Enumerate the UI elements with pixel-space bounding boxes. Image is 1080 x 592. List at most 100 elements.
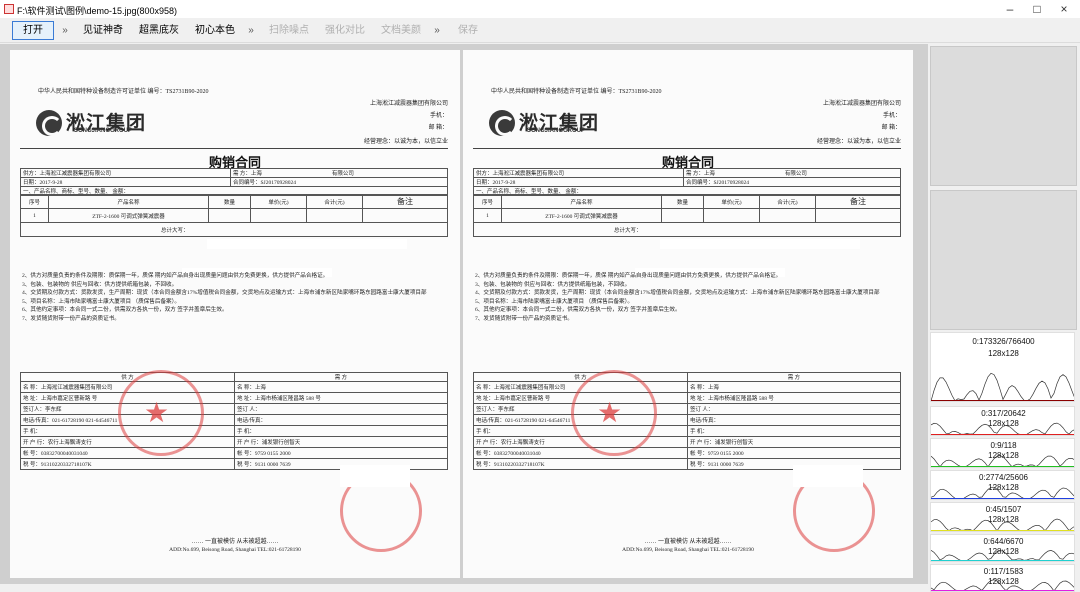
title-bar: F:\软件测试\图例\demo-15.jpg(800x958) – □ × <box>0 0 1080 18</box>
more-icon-2[interactable]: » <box>244 21 258 40</box>
col-qty: 数量 <box>661 194 704 209</box>
col-notes: 备注 <box>362 194 448 209</box>
super-black-button[interactable]: 超黑底灰 <box>134 21 184 40</box>
demander-detail: 手 机： <box>687 425 901 437</box>
term-5: 5、项目名称：上海市陆家嘴富士康大厦项目 （质保售后备案）。 <box>22 298 181 305</box>
window-title: F:\软件测试\图例\demo-15.jpg(800x958) <box>17 6 178 16</box>
col-price: 单价(元) <box>250 194 307 209</box>
contract-terms: 2、供方对质量负责的条件及期限：质保期一年，质保 期内如产品自身出现质量问题由供… <box>475 272 895 324</box>
total-cell: 总计大写： <box>473 222 901 237</box>
histogram-size: 128x128 <box>988 349 1019 358</box>
header-license: 中华人民共和国特种设备制造许可证单位 编号：TS2731B90-2020 <box>491 89 662 95</box>
histogram-stat: 0:45/1507 <box>985 505 1022 514</box>
histogram-stat: 0:644/6670 <box>983 537 1024 546</box>
contract-terms: 2、供方对质量负责的条件及期限：质保期一年，质保 期内如产品自身出现质量问题由供… <box>22 272 442 324</box>
contract-no-cell: 合同编号：SJ20170928024 <box>683 177 901 187</box>
histogram-size: 128x128 <box>988 483 1019 492</box>
witness-magic-button[interactable]: 见证神奇 <box>78 21 128 40</box>
histogram-size: 128x128 <box>988 577 1019 586</box>
header-email: 邮 箱： <box>428 125 448 131</box>
minimize-button[interactable]: – <box>998 2 1022 16</box>
contract-info-table: 供方：上海淞江减震器集团有限公司需 方：上海 有限公司 日期：2017-9-28 合… <box>20 168 448 196</box>
preview-thumb-1[interactable] <box>930 46 1077 186</box>
supplier-cell: 供方：上海淞江减震器集团有限公司 <box>473 168 684 178</box>
histogram-stat: 0:317/20642 <box>981 409 1026 418</box>
footer-address: ADD:No.699, Beisong Road, Shanghai TEL:0… <box>169 547 301 553</box>
party-demander-heading: 需 方 <box>234 372 448 382</box>
toolbar: 打开 » 见证神奇 超黑底灰 初心本色 » 扫除噪点 强化对比 文档美颜 » 保… <box>0 18 1080 43</box>
col-notes: 备注 <box>815 194 901 209</box>
document-page-original: 中华人民共和国特种设备制造许可证单位 编号：TS2731B90-2020 淞江集… <box>10 50 460 578</box>
demander-detail: 地 址：上海市杨浦区隆昌路 588 号 <box>687 392 901 404</box>
col-product: 产品名称 <box>48 194 209 209</box>
demander-detail: 地 址：上海市杨浦区隆昌路 588 号 <box>234 392 448 404</box>
histogram-stat: 0:9/118 <box>990 441 1017 450</box>
term-6: 6、其他约定事项：本合同一式二份，供需双方各执一份，双方 签字并盖章后生效。 <box>22 307 228 314</box>
header-company: 上海淞江减震器集团有限公司 <box>822 101 901 107</box>
term-2: 2、供方对质量负责的条件及期限：质保期一年，质保 期内如产品自身出现质量问题由供… <box>475 273 782 279</box>
row-index: 1 <box>473 208 502 223</box>
preview-thumb-2[interactable] <box>930 190 1077 330</box>
more-icon-1[interactable]: » <box>58 21 72 40</box>
seal-star-icon: ★ <box>144 396 170 429</box>
header-company: 上海淞江减震器集团有限公司 <box>369 101 448 107</box>
maximize-button[interactable]: □ <box>1025 2 1049 16</box>
close-button[interactable]: × <box>1052 2 1076 16</box>
redaction-box <box>793 465 863 487</box>
date-cell: 日期：2017-9-28 <box>473 177 684 187</box>
demander-cell: 需 方：上海 <box>686 171 715 177</box>
col-total: 合计(元) <box>759 194 816 209</box>
original-color-button[interactable]: 初心本色 <box>190 21 240 40</box>
term-3: 3、包装、包装物的 供应与回收：供方提供纸箱包装，不回收。 <box>475 281 631 288</box>
app-icon <box>4 4 14 14</box>
more-icon-3[interactable]: » <box>430 21 444 40</box>
col-price: 单价(元) <box>703 194 760 209</box>
supplier-detail: 帐 号：03832700040031040 <box>20 447 235 459</box>
header-phone: 手机： <box>429 113 448 119</box>
date-cell: 日期：2017-9-28 <box>20 177 231 187</box>
logo-icon <box>36 110 62 136</box>
histogram-stat: 0:117/1583 <box>983 567 1024 576</box>
redaction-box <box>207 239 407 249</box>
demander-detail: 电话/传真： <box>234 414 448 426</box>
party-supplier-heading: 供 方 <box>473 372 688 382</box>
demander-detail: 名 称：上海 <box>234 381 448 393</box>
beautify-button[interactable]: 文档美颜 <box>376 21 426 40</box>
histogram-panel: 0:117/1583 128x128 <box>930 564 1075 592</box>
col-index: 序号 <box>20 194 49 209</box>
parties-table: 供 方需 方 名 称：上海淞江减震器集团有限公司名 称：上海地 址：上海市嘉定区… <box>473 372 901 470</box>
col-index: 序号 <box>473 194 502 209</box>
histogram-stat: 0:2774/25606 <box>979 473 1028 482</box>
demander-detail: 开 户 行：浦发银行创智天 <box>234 436 448 448</box>
company-logo: 淞江集团 SONGJIANGGROUP <box>36 110 176 136</box>
demander-detail: 手 机： <box>234 425 448 437</box>
histogram-size: 128x128 <box>988 515 1019 524</box>
histogram-panel: 0:173326/766400 128x128 <box>930 332 1075 402</box>
col-total: 合计(元) <box>306 194 363 209</box>
demander-cell: 需 方：上海 <box>233 171 262 177</box>
side-panel: 0:173326/766400 128x128 0:317/20642 128x… <box>928 44 1080 592</box>
demander-suffix: 有限公司 <box>784 171 807 177</box>
demander-detail: 签订 人： <box>687 403 901 415</box>
header-motto: 经营理念：以诚为本，以信立业 <box>816 139 901 145</box>
open-button[interactable]: 打开 <box>12 21 54 40</box>
denoise-button[interactable]: 扫除噪点 <box>264 21 314 40</box>
histogram-panel: 0:9/118 128x128 <box>930 438 1075 468</box>
company-logo: 淞江集团 SONGJIANGGROUP <box>489 110 629 136</box>
histogram-panel: 0:644/6670 128x128 <box>930 534 1075 562</box>
histogram-panel: 0:317/20642 128x128 <box>930 406 1075 436</box>
row-product: ZTF-2-1600 可调式弹簧减震器 <box>501 208 662 223</box>
contrast-button[interactable]: 强化对比 <box>320 21 370 40</box>
histogram-panel: 0:45/1507 128x128 <box>930 502 1075 532</box>
party-supplier-heading: 供 方 <box>20 372 235 382</box>
image-viewer[interactable]: 中华人民共和国特种设备制造许可证单位 编号：TS2731B90-2020 淞江集… <box>0 44 928 584</box>
col-product: 产品名称 <box>501 194 662 209</box>
demander-detail: 帐 号：9759 0155 2000 <box>234 447 448 459</box>
logo-name-en: SONGJIANGGROUP <box>527 128 586 134</box>
supplier-detail: 帐 号：03832700040031040 <box>473 447 688 459</box>
term-5: 5、项目名称：上海市陆家嘴富士康大厦项目 （质保售后备案）。 <box>475 298 634 305</box>
term-4: 4、交货期及付款方式：货款发货，生产周期：现货（本合同金额含17%增值税合同金额… <box>475 290 880 297</box>
save-button[interactable]: 保存 <box>450 21 486 40</box>
footer-slogan: …… 一直被模仿 从未被超越…… <box>191 539 279 545</box>
histogram-panel: 0:2774/25606 128x128 <box>930 470 1075 500</box>
